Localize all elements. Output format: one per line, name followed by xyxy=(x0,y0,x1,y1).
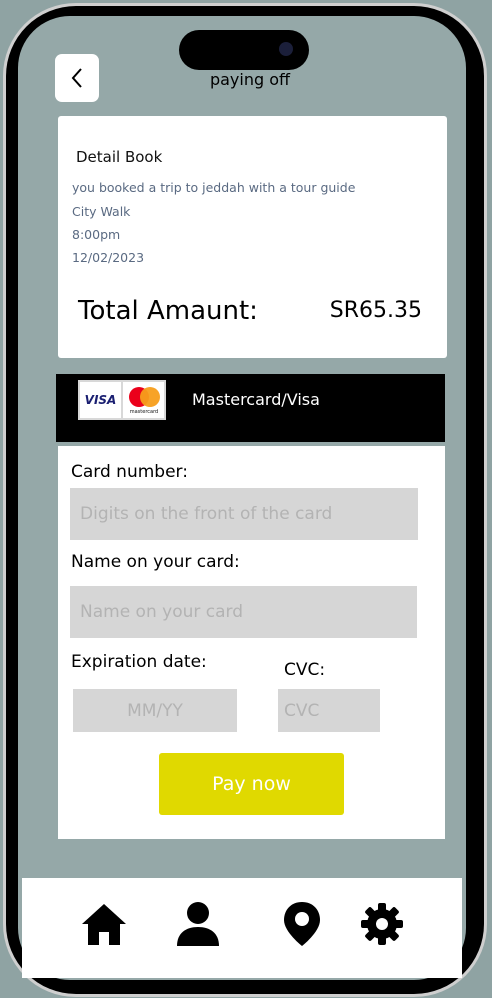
booking-time: 8:00pm xyxy=(72,227,121,242)
mastercard-logo-text: mastercard xyxy=(129,409,159,415)
user-icon xyxy=(177,902,219,946)
card-logos: VISA mastercard xyxy=(78,380,166,420)
total-label: Total Amaunt: xyxy=(78,296,258,326)
booking-location: City Walk xyxy=(72,204,131,219)
booking-date: 12/02/2023 xyxy=(72,250,145,265)
booking-description: you booked a trip to jeddah with a tour … xyxy=(72,180,356,195)
camera-icon xyxy=(279,42,293,56)
booking-detail-card: Detail Book you booked a trip to jeddah … xyxy=(58,116,447,358)
expiration-label: Expiration date: xyxy=(71,652,207,672)
bottom-nav xyxy=(22,878,462,978)
expiration-input[interactable] xyxy=(73,689,237,732)
payment-method-bar[interactable]: VISA mastercard Mastercard/Visa xyxy=(56,374,445,442)
payment-form: Card number: Name on your card: Expirati… xyxy=(58,446,445,839)
booking-title: Detail Book xyxy=(76,148,163,166)
card-name-label: Name on your card: xyxy=(71,552,240,572)
cvc-label: CVC: xyxy=(284,660,326,680)
home-icon xyxy=(82,904,126,945)
back-button[interactable] xyxy=(55,54,99,102)
page-title: paying off xyxy=(209,70,291,89)
card-number-label: Card number: xyxy=(71,462,188,482)
card-number-input[interactable] xyxy=(70,488,418,540)
card-name-input[interactable] xyxy=(70,586,417,638)
gear-icon xyxy=(361,903,403,945)
payment-method-label: Mastercard/Visa xyxy=(192,390,320,409)
total-value: SR65.35 xyxy=(329,298,422,323)
chevron-left-icon xyxy=(71,68,82,88)
visa-logo-icon: VISA xyxy=(80,382,121,418)
pay-now-button[interactable]: Pay now xyxy=(159,753,344,815)
mastercard-logo-icon: mastercard xyxy=(123,382,164,418)
dynamic-island xyxy=(179,30,309,70)
nav-settings[interactable] xyxy=(354,896,410,952)
location-pin-icon xyxy=(284,902,320,946)
nav-location[interactable] xyxy=(274,896,330,952)
cvc-input[interactable] xyxy=(278,689,380,732)
nav-profile[interactable] xyxy=(170,896,226,952)
nav-home[interactable] xyxy=(76,896,132,952)
